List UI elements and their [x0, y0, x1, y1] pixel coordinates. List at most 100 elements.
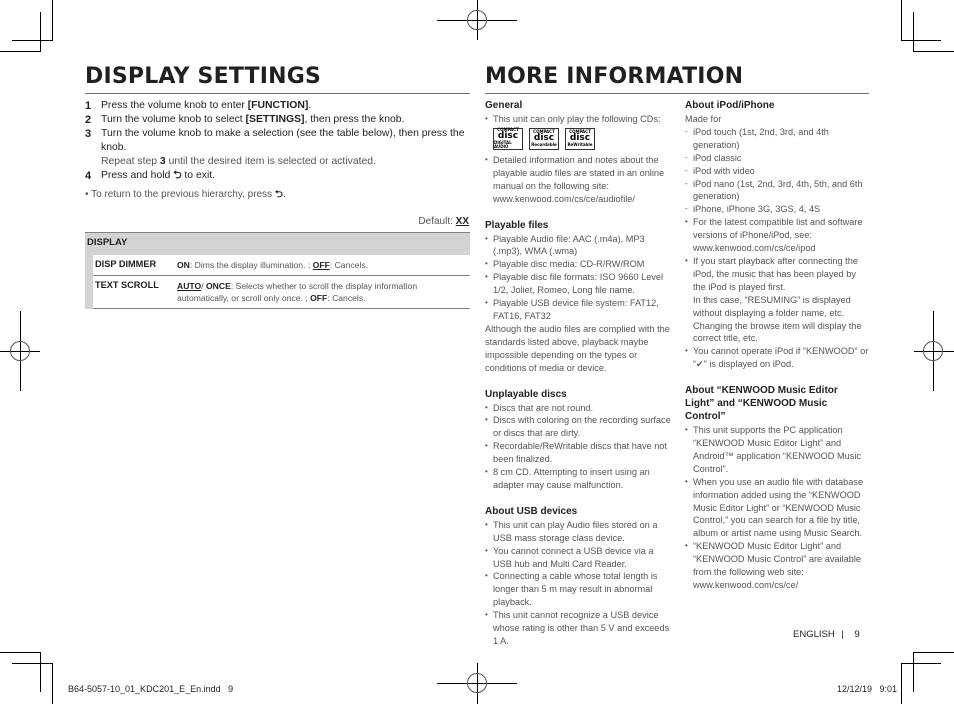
list-item: iPod nano (1st, 2nd, 3rd, 4th, 5th, and … [685, 178, 869, 204]
default-value: XX [455, 216, 469, 227]
bullet-list: For the latest compatible list and softw… [685, 216, 869, 371]
list-item: If you start playback after connecting t… [685, 255, 869, 345]
crop-mark [913, 12, 914, 52]
logo-text: ReWritable [567, 142, 593, 148]
setting-description: AUTO/ ONCE: Selects whether to scroll th… [175, 275, 470, 309]
step-number: 3 [85, 128, 92, 140]
section-heading: About USB devices [485, 505, 578, 517]
section-heading: Playable files [485, 219, 549, 231]
crop-mark [913, 652, 954, 653]
info-column-2: About iPod/iPhone Made for iPod touch (1… [685, 99, 869, 605]
return-icon: ⮌ [274, 189, 283, 200]
steps-list: 1 Press the volume knob to enter [FUNCTI… [85, 99, 470, 202]
bullet-list: This unit can play Audio files stored on… [485, 519, 671, 648]
crop-mark [52, 663, 53, 704]
crop-mark [901, 40, 941, 41]
info-column-1: General This unit can only play the foll… [485, 99, 671, 661]
list-item: Playable disc file formats: ISO 9660 Lev… [485, 271, 671, 297]
file-slug: B64-5057-10_01_KDC201_E_En.indd 9 [68, 684, 234, 694]
footer-separator: | [841, 629, 844, 640]
section-ipod-iphone: About iPod/iPhone Made for iPod touch (1… [685, 99, 869, 371]
step-keyword: [SETTINGS] [245, 114, 305, 125]
section-usb-devices: About USB devices This unit can play Aud… [485, 505, 671, 648]
display-settings-table: DISPLAY DISP DIMMER ON: Dims the display… [85, 232, 470, 309]
step-keyword: [FUNCTION] [247, 100, 309, 111]
registration-circle [467, 673, 487, 693]
page-footer: ENGLISH | 9 [793, 629, 860, 640]
return-icon: ⮌ [173, 170, 182, 181]
default-legend: Default: XX [418, 216, 469, 227]
logo-text: Recordable [531, 142, 557, 148]
list-item: For the latest compatible list and softw… [685, 216, 869, 255]
bullet-list: This unit supports the PC application “K… [685, 424, 869, 592]
step-4: 4 Press and hold ⮌ to exit. [85, 169, 470, 183]
list-item: Recordable/ReWritable discs that have no… [485, 440, 671, 466]
setting-name: DISP DIMMER [93, 255, 175, 276]
compact-disc-logo: COMPACT disc DIGITAL AUDIO [493, 127, 523, 150]
list-item: Discs with coloring on the recording sur… [485, 414, 671, 440]
step-text-post: , then press the knob. [304, 114, 405, 125]
step-text-pre: Press and hold [101, 170, 174, 181]
step-text: Press the volume knob to enter [FUNCTION… [101, 99, 470, 113]
option: OFF [310, 293, 328, 303]
option-desc: : Cancels. [329, 260, 369, 270]
registration-circle [10, 341, 30, 361]
title-rule [485, 93, 869, 94]
section-heading: About iPod/iPhone [685, 100, 775, 111]
list-item-text: If you start playback after connecting t… [693, 255, 858, 292]
list-item: You cannot operate iPod if “KENWOOD” or … [685, 345, 869, 371]
crop-mark [40, 12, 41, 52]
table-header-row: DISPLAY [85, 232, 470, 255]
more-information-title: MORE INFORMATION [485, 64, 744, 89]
setting-description: ON: Dims the display illumination. ; OFF… [175, 255, 470, 276]
crop-mark [901, 663, 902, 704]
crop-mark [0, 652, 40, 653]
title-rule [85, 93, 470, 94]
crop-mark [12, 663, 53, 664]
list-item: iPhone, iPhone 3G, 3GS, 4, 4S [685, 203, 869, 216]
repeat-note: Repeat step 3 until the desired item is … [85, 155, 470, 169]
setting-name: TEXT SCROLL [93, 275, 175, 309]
list-item: iPod classic [685, 152, 869, 165]
step-text: Press and hold ⮌ to exit. [101, 169, 470, 183]
crop-mark [12, 40, 52, 41]
crop-mark [913, 51, 954, 52]
section-unplayable-discs: Unplayable discs Discs that are not roun… [485, 388, 671, 492]
section-heading: General [485, 100, 523, 111]
step-3: 3 Turn the volume knob to make a selecti… [85, 127, 470, 155]
note-text: . [282, 189, 286, 200]
list-item: This unit supports the PC application “K… [685, 424, 869, 476]
section-heading: About “KENWOOD Music Editor Light” and “… [685, 385, 838, 423]
list-item: iPod with video [685, 165, 869, 178]
option-desc: : Dims the display illumination. ; [189, 260, 313, 270]
hierarchy-note: • To return to the previous hierarchy, p… [85, 189, 286, 200]
section-general: General This unit can only play the foll… [485, 99, 671, 206]
step-2: 2 Turn the volume knob to select [SETTIN… [85, 113, 470, 127]
list-item: This unit can play Audio files stored on… [485, 519, 671, 545]
bullet-list: Discs that are not round. Discs with col… [485, 402, 671, 492]
language-label: ENGLISH [793, 629, 835, 640]
option-default: OFF [312, 260, 330, 270]
registration-circle [923, 341, 943, 361]
list-item: This unit can only play the following CD… [485, 113, 671, 126]
list-item: When you use an audio file with database… [685, 476, 869, 541]
step-number: 4 [85, 170, 92, 182]
registration-circle [467, 10, 487, 30]
table-row: DISP DIMMER ON: Dims the display illumin… [85, 255, 470, 276]
list-item: Discs that are not round. [485, 402, 671, 415]
option-desc: : Cancels. [327, 293, 366, 303]
table-gutter [85, 275, 93, 309]
list-item: Playable disc media: CD-R/RW/ROM [485, 258, 671, 271]
crop-mark [913, 652, 914, 692]
list-item: iPod touch (1st, 2nd, 3rd, and 4th gener… [685, 126, 869, 152]
paragraph: Although the audio files are complied wi… [485, 323, 670, 373]
step-number: 2 [85, 114, 92, 126]
step-text: Turn the volume knob to select [SETTINGS… [101, 113, 470, 127]
crop-mark [40, 652, 41, 692]
made-for-label: Made for [685, 114, 722, 124]
list-item: Connecting a cable whose total length is… [485, 570, 671, 609]
option: ON [177, 260, 190, 270]
disc-logos: COMPACT disc DIGITAL AUDIO COMPACT disc Reco… [493, 127, 671, 150]
list-item: Playable Audio file: AAC (.m4a), MP3 (.m… [485, 233, 671, 259]
section-playable-files: Playable files Playable Audio file: AAC … [485, 219, 671, 375]
